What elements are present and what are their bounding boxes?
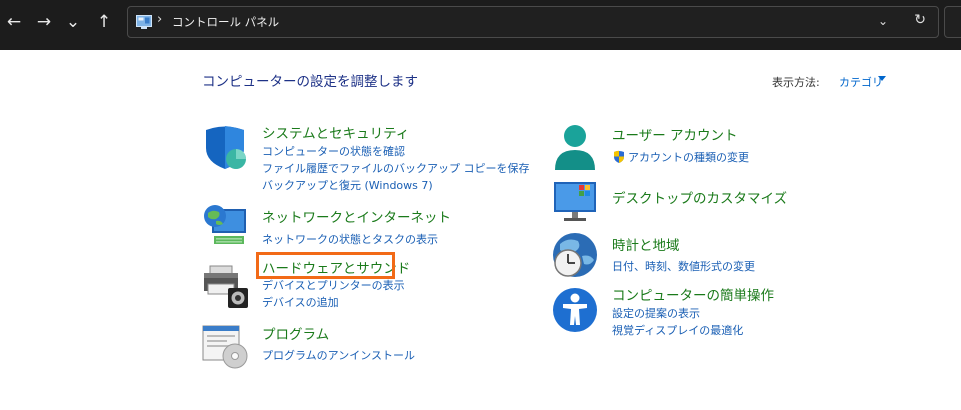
category-system-security-title[interactable]: システムとセキュリティ — [262, 122, 409, 142]
printer-speaker-icon — [204, 265, 248, 308]
link-check-computer-status[interactable]: コンピューターの状態を確認 — [262, 143, 405, 159]
link-network-status-tasks[interactable]: ネットワークの状態とタスクの表示 — [262, 231, 438, 247]
link-change-date-time-format[interactable]: 日付、時刻、数値形式の変更 — [612, 258, 755, 274]
network-globe-icon — [204, 205, 246, 244]
category-desktop-customization-title[interactable]: デスクトップのカスタマイズ — [612, 187, 787, 207]
back-arrow-icon[interactable]: ← — [0, 8, 28, 36]
category-network-internet-title[interactable]: ネットワークとインターネット — [262, 206, 451, 226]
uac-shield-icon — [614, 150, 624, 163]
clock-globe-icon — [553, 233, 597, 277]
view-by-dropdown-arrow-icon[interactable] — [878, 76, 886, 81]
category-clock-region-title[interactable]: 時計と地域 — [612, 234, 680, 254]
user-account-icon — [555, 125, 595, 170]
link-file-history-backup[interactable]: ファイル履歴でファイルのバックアップ コピーを保存 — [262, 160, 530, 176]
forward-arrow-icon[interactable]: → — [30, 8, 58, 36]
link-optimize-visual-display[interactable]: 視覚ディスプレイの最適化 — [612, 322, 743, 338]
link-get-recommendations[interactable]: 設定の提案の表示 — [612, 305, 700, 321]
refresh-icon[interactable]: ↻ — [914, 12, 926, 28]
link-uninstall-program[interactable]: プログラムのアンインストール — [262, 347, 415, 363]
link-backup-restore[interactable]: バックアップと復元 (Windows 7) — [262, 177, 433, 193]
category-ease-of-access-title[interactable]: コンピューターの簡単操作 — [612, 284, 774, 304]
programs-disc-icon — [202, 325, 248, 369]
category-user-accounts-title[interactable]: ユーザー アカウント — [612, 124, 738, 144]
breadcrumb-separator-icon: › — [157, 12, 163, 27]
page-title: コンピューターの設定を調整します — [202, 74, 418, 90]
hardware-sound-highlight-box — [256, 252, 395, 279]
view-by-dropdown[interactable]: カテゴリ — [839, 74, 883, 90]
link-devices-printers[interactable]: デバイスとプリンターの表示 — [262, 277, 405, 293]
navigation-bar: ← → ⌄ ↑ › コントロール パネル ⌄ ↻ — [0, 0, 961, 50]
address-bar[interactable]: › コントロール パネル ⌄ ↻ — [127, 6, 939, 38]
security-shield-icon — [206, 126, 246, 169]
breadcrumb-control-panel[interactable]: コントロール パネル — [172, 14, 279, 30]
desktop-monitor-icon — [554, 182, 596, 221]
category-programs-title[interactable]: プログラム — [262, 323, 329, 343]
link-change-account-type[interactable]: アカウントの種類の変更 — [628, 149, 749, 165]
search-box[interactable] — [944, 6, 961, 38]
view-by-label: 表示方法: — [772, 76, 820, 89]
recent-locations-chevron-icon[interactable]: ⌄ — [59, 8, 87, 36]
address-dropdown-icon[interactable]: ⌄ — [878, 14, 888, 28]
link-add-device[interactable]: デバイスの追加 — [262, 294, 339, 310]
control-panel-icon — [136, 15, 152, 29]
ease-of-access-icon — [553, 288, 597, 332]
up-arrow-icon[interactable]: ↑ — [90, 8, 118, 36]
